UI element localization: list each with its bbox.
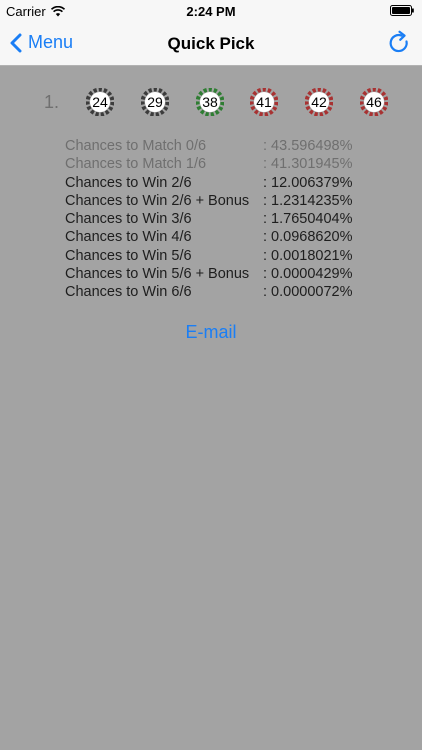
lottery-ball: 38	[196, 88, 224, 116]
odds-label: Chances to Win 5/6	[65, 247, 192, 264]
odds-label: Chances to Win 4/6	[65, 229, 192, 246]
odds-label: Chances to Win 6/6	[65, 284, 192, 301]
odds-list: Chances to Match 0/6 : 43.596498% Chance…	[65, 137, 385, 302]
ball-number: 42	[311, 94, 327, 110]
pick-index: 1.	[44, 92, 60, 112]
page-title: Quick Pick	[167, 34, 255, 53]
lottery-ball: 41	[250, 88, 278, 116]
ball-number: 29	[147, 94, 163, 110]
odds-row: Chances to Win 2/6 + Bonus : 1.2314235%	[65, 192, 385, 210]
lottery-ball: 42	[305, 88, 333, 116]
odds-row: Chances to Win 5/6 + Bonus : 0.0000429%	[65, 265, 385, 283]
odds-value: : 41.301945%	[263, 156, 353, 173]
odds-row: Chances to Win 5/6 : 0.0018021%	[65, 247, 385, 265]
odds-value: : 43.596498%	[263, 138, 353, 154]
odds-row: Chances to Win 4/6 : 0.0968620%	[65, 228, 385, 246]
ball-number: 24	[92, 94, 108, 110]
ball-number: 38	[202, 94, 218, 110]
pick-row: 1. 24 29 38 41 42 46	[44, 88, 404, 116]
odds-value: : 0.0000072%	[263, 284, 353, 301]
odds-value: : 1.7650404%	[263, 211, 353, 228]
battery-icon	[390, 5, 414, 16]
odds-row: Chances to Match 1/6 : 41.301945%	[65, 155, 385, 173]
odds-value: : 0.0000429%	[263, 266, 353, 283]
lottery-ball: 24	[86, 88, 114, 116]
odds-label: Chances to Win 2/6 + Bonus	[65, 192, 250, 209]
ball-number: 46	[366, 94, 382, 110]
odds-label: Chances to Match 1/6	[65, 156, 207, 173]
refresh-icon[interactable]	[386, 30, 412, 56]
top-bar: Carrier 2:24 PM Menu Quick Pick	[0, 0, 422, 66]
lottery-ball: 29	[141, 88, 169, 116]
odds-label: Chances to Match 0/6	[65, 138, 207, 154]
odds-value: : 0.0968620%	[263, 229, 353, 246]
navigation-bar: Menu Quick Pick	[0, 22, 422, 66]
odds-row: Chances to Win 6/6 : 0.0000072%	[65, 283, 385, 301]
odds-label: Chances to Win 3/6	[65, 211, 192, 228]
status-bar: Carrier 2:24 PM	[0, 0, 422, 22]
email-button[interactable]: E-mail	[0, 322, 422, 343]
odds-label: Chances to Win 2/6	[65, 174, 192, 191]
odds-value: : 0.0018021%	[263, 247, 353, 264]
odds-row: Chances to Match 0/6 : 43.596498%	[65, 137, 385, 155]
odds-row: Chances to Win 2/6 : 12.006379%	[65, 174, 385, 192]
odds-value: : 12.006379%	[263, 174, 353, 191]
ball-number: 41	[256, 94, 272, 110]
status-time: 2:24 PM	[186, 4, 236, 19]
odds-row: Chances to Win 3/6 : 1.7650404%	[65, 210, 385, 228]
lottery-ball: 46	[360, 88, 388, 116]
odds-value: : 1.2314235%	[263, 192, 353, 209]
odds-label: Chances to Win 5/6 + Bonus	[65, 266, 250, 283]
